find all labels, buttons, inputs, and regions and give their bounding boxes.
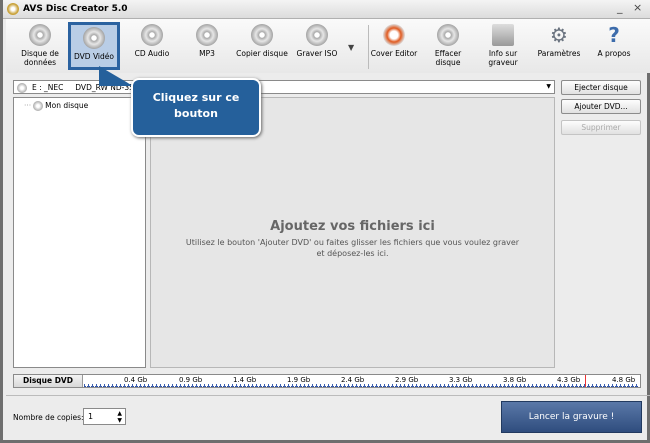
label: Graver ISO — [296, 49, 338, 58]
help-icon: ? — [608, 23, 620, 47]
disc-tree[interactable]: ··· Mon disque — [13, 97, 146, 368]
spin-up-icon[interactable]: ▲ — [117, 410, 122, 417]
tick-label: 1.9 Gb — [287, 376, 311, 384]
gear-icon: ⚙ — [550, 23, 568, 47]
toolbar-burn-iso[interactable]: Graver ISO — [291, 22, 343, 70]
toolbar: Disque de données DVD Vidéo CD Audio MP3… — [6, 19, 650, 73]
toolbar-about[interactable]: ? A propos — [588, 22, 640, 70]
cd-audio-icon — [141, 24, 163, 46]
start-burn-button[interactable]: Lancer la gravure ! — [501, 401, 642, 433]
eject-button[interactable]: Ejecter disque — [561, 80, 641, 95]
copy-disc-icon — [251, 24, 273, 46]
add-dvd-button[interactable]: Ajouter DVD... — [561, 99, 641, 114]
toolbar-erase-disc[interactable]: Effacer disque — [422, 22, 474, 70]
spin-down-icon[interactable]: ▼ — [117, 417, 122, 424]
chevron-down-icon: ▼ — [546, 83, 551, 90]
tick-label: 3.3 Gb — [449, 376, 473, 384]
tick-label: 0.9 Gb — [179, 376, 203, 384]
toolbar-mp3[interactable]: MP3 — [181, 22, 233, 70]
title-bar: AVS Disc Creator 5.0 _ × — [3, 0, 650, 19]
toolbar-cover-editor[interactable]: Cover Editor — [368, 22, 420, 70]
drive-select[interactable]: E : _NEC DVD_RW ND-3540A ▼ — [13, 80, 555, 94]
erase-disc-icon — [437, 24, 459, 46]
tick-label: 2.9 Gb — [395, 376, 419, 384]
disk-type-label[interactable]: Disque DVD — [14, 375, 83, 387]
label: Info sur graveur — [488, 49, 518, 67]
disc-icon — [33, 101, 44, 111]
copies-value: 1 — [88, 412, 94, 421]
chevron-down-icon[interactable]: ▼ — [348, 43, 354, 52]
tick-label: 4.8 Gb — [612, 376, 636, 384]
label: MP3 — [199, 49, 215, 58]
label: Cover Editor — [370, 49, 418, 58]
burn-iso-icon — [306, 24, 328, 46]
tick-label: 3.8 Gb — [503, 376, 527, 384]
label: Paramètres — [537, 49, 581, 58]
label: Copier disque — [236, 49, 288, 58]
capacity-limit-marker — [585, 375, 586, 387]
cover-editor-icon — [383, 24, 405, 46]
label: Disque de données — [21, 49, 59, 67]
label: DVD Vidéo — [74, 52, 114, 61]
mp3-icon — [196, 24, 218, 46]
toolbar-settings[interactable]: ⚙ Paramètres — [533, 22, 585, 70]
toolbar-burner-info[interactable]: Info sur graveur — [477, 22, 529, 70]
label: A propos — [597, 49, 631, 58]
tree-label: Mon disque — [45, 101, 89, 110]
toolbar-copy-disc[interactable]: Copier disque — [236, 22, 288, 70]
remove-button[interactable]: Supprimer — [561, 120, 641, 135]
data-disc-icon — [29, 24, 51, 46]
drop-instructions: Utilisez le bouton 'Ajouter DVD' ou fait… — [185, 238, 520, 258]
tick-label: 0.4 Gb — [124, 376, 148, 384]
dvd-video-icon — [83, 27, 105, 49]
minimize-button[interactable]: _ — [617, 1, 623, 14]
toolbar-data-disc[interactable]: Disque de données — [14, 22, 66, 70]
drop-area[interactable]: Ajoutez vos fichiers ici Utilisez le bou… — [150, 97, 555, 368]
toolbar-dvd-video[interactable]: DVD Vidéo — [68, 22, 120, 70]
app-window: AVS Disc Creator 5.0 _ × Disque de donné… — [0, 0, 650, 443]
app-icon — [7, 3, 19, 15]
disc-icon — [17, 83, 27, 93]
capacity-scale — [84, 384, 638, 387]
disk-capacity-bar: Disque DVD 0.4 Gb 0.9 Gb 1.4 Gb 1.9 Gb 2… — [13, 374, 641, 388]
tick-label: 4.3 Gb — [557, 376, 581, 384]
label: Effacer disque — [434, 49, 462, 67]
window-title: AVS Disc Creator 5.0 — [23, 4, 128, 14]
tick-label: 2.4 Gb — [341, 376, 365, 384]
tree-item-root[interactable]: ··· Mon disque — [24, 101, 88, 111]
divider — [6, 395, 650, 396]
callout-tooltip: Cliquez sur ce bouton — [131, 78, 261, 137]
drop-heading: Ajoutez vos fichiers ici — [270, 219, 435, 234]
close-button[interactable]: × — [633, 1, 642, 14]
tick-label: 1.4 Gb — [233, 376, 257, 384]
toolbar-cd-audio[interactable]: CD Audio — [126, 22, 178, 70]
burner-info-icon — [492, 24, 514, 46]
copies-label: Nombre de copies: — [13, 413, 84, 422]
copies-stepper[interactable]: 1 ▲ ▼ — [83, 408, 126, 425]
label: CD Audio — [134, 49, 170, 58]
